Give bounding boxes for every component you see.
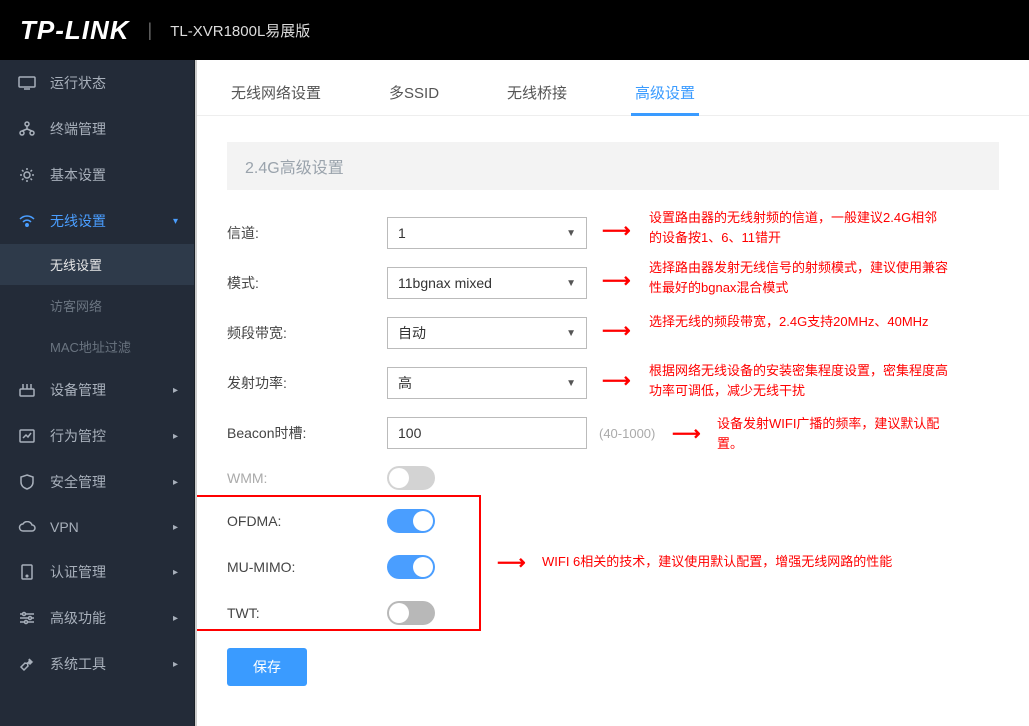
arrow-icon: ⟶ <box>497 550 526 575</box>
chevron-right-icon: ▸ <box>173 385 178 396</box>
tab-wireless-settings[interactable]: 无线网络设置 <box>227 70 325 115</box>
device-icon <box>16 381 38 399</box>
sidebar-item-vpn[interactable]: VPN ▸ <box>0 505 194 549</box>
arrow-icon: ⟶ <box>602 268 631 293</box>
bandwidth-select[interactable]: 自动▼ <box>387 317 587 349</box>
main-content: 无线网络设置 多SSID 无线桥接 高级设置 2.4G高级设置 信道: 1▼ 模… <box>195 60 1029 726</box>
wmm-label: WMM: <box>227 470 387 486</box>
annotation-mode: 选择路由器发射无线信号的射频模式，建议使用兼容性最好的bgnax混合模式 <box>649 258 949 297</box>
twt-label: TWT: <box>227 605 387 621</box>
save-button[interactable]: 保存 <box>227 648 307 686</box>
chevron-right-icon: ▸ <box>173 659 178 670</box>
sliders-icon <box>16 609 38 627</box>
mode-label: 模式: <box>227 273 387 293</box>
txpower-label: 发射功率: <box>227 373 387 393</box>
sidebar-item-security[interactable]: 安全管理 ▸ <box>0 459 194 505</box>
nodes-icon <box>16 120 38 138</box>
tab-multi-ssid[interactable]: 多SSID <box>385 70 443 115</box>
beacon-input[interactable] <box>387 417 587 449</box>
monitor-icon <box>16 74 38 92</box>
sidebar-item-label: VPN <box>50 519 79 535</box>
sidebar-sub-wireless[interactable]: 无线设置 <box>0 244 194 285</box>
annotation-bandwidth: 选择无线的频段带宽，2.4G支持20MHz、40MHz <box>649 312 949 332</box>
header: TP-LINK | TL-XVR1800L易展版 <box>0 0 1029 60</box>
chevron-down-icon: ▾ <box>173 216 178 227</box>
bandwidth-label: 频段带宽: <box>227 323 387 343</box>
tab-bridge[interactable]: 无线桥接 <box>503 70 571 115</box>
sidebar-item-auth[interactable]: 认证管理 ▸ <box>0 549 194 595</box>
chevron-right-icon: ▸ <box>173 567 178 578</box>
sidebar-item-label: 设备管理 <box>50 380 106 400</box>
sidebar-sub-guest[interactable]: 访客网络 <box>0 285 194 326</box>
arrow-icon: ⟶ <box>602 368 631 393</box>
annotation-channel: 设置路由器的无线射频的信道，一般建议2.4G相邻的设备按1、6、11错开 <box>649 208 949 247</box>
sidebar-item-behavior[interactable]: 行为管控 ▸ <box>0 413 194 459</box>
mode-select[interactable]: 11bgnax mixed▼ <box>387 267 587 299</box>
chevron-right-icon: ▸ <box>173 431 178 442</box>
beacon-hint: (40-1000) <box>599 426 655 441</box>
sidebar-item-label: 认证管理 <box>50 562 106 582</box>
arrow-icon: ⟶ <box>602 218 631 243</box>
sidebar-item-label: 高级功能 <box>50 608 106 628</box>
chevron-right-icon: ▸ <box>173 477 178 488</box>
txpower-select[interactable]: 高▼ <box>387 367 587 399</box>
sidebar-item-wireless[interactable]: 无线设置 ▾ <box>0 198 194 244</box>
logo: TP-LINK <box>20 15 130 46</box>
annotation-wifi6: WIFI 6相关的技术，建议使用默认配置，增强无线网路的性能 <box>542 552 942 572</box>
behavior-icon <box>16 427 38 445</box>
caret-down-icon: ▼ <box>566 228 576 239</box>
sidebar-item-basic[interactable]: 基本设置 <box>0 152 194 198</box>
sidebar-item-label: 系统工具 <box>50 654 106 674</box>
caret-down-icon: ▼ <box>566 328 576 339</box>
gear-icon <box>16 166 38 184</box>
shield-icon <box>16 473 38 491</box>
annotation-beacon: 设备发射WIFI广播的频率，建议默认配置。 <box>717 414 957 453</box>
sidebar-item-label: 安全管理 <box>50 472 106 492</box>
sidebar-sub-macfilter[interactable]: MAC地址过滤 <box>0 326 194 367</box>
annotation-txpower: 根据网络无线设备的安装密集程度设置，密集程度高功率可调低，减少无线干扰 <box>649 361 949 400</box>
sidebar-item-advanced[interactable]: 高级功能 ▸ <box>0 595 194 641</box>
section-title: 2.4G高级设置 <box>227 142 999 190</box>
header-divider: | <box>148 20 153 41</box>
model-name: TL-XVR1800L易展版 <box>170 20 310 41</box>
sidebar-item-label: 基本设置 <box>50 165 106 185</box>
tab-advanced[interactable]: 高级设置 <box>631 70 699 115</box>
arrow-icon: ⟶ <box>602 318 631 343</box>
chevron-right-icon: ▸ <box>173 613 178 624</box>
arrow-icon: ⟶ <box>672 421 701 446</box>
caret-down-icon: ▼ <box>566 278 576 289</box>
mumimo-toggle[interactable] <box>387 555 435 579</box>
ofdma-toggle[interactable] <box>387 509 435 533</box>
sidebar-item-label: 终端管理 <box>50 119 106 139</box>
tabs: 无线网络设置 多SSID 无线桥接 高级设置 <box>197 60 1029 116</box>
auth-icon <box>16 563 38 581</box>
wrench-icon <box>16 655 38 673</box>
sidebar-item-label: 无线设置 <box>50 211 106 231</box>
caret-down-icon: ▼ <box>566 378 576 389</box>
sidebar-item-status[interactable]: 运行状态 <box>0 60 194 106</box>
cloud-icon <box>16 518 38 536</box>
twt-toggle[interactable] <box>387 601 435 625</box>
wmm-toggle <box>387 466 435 490</box>
chevron-right-icon: ▸ <box>173 522 178 533</box>
channel-label: 信道: <box>227 223 387 243</box>
sidebar: 运行状态 终端管理 基本设置 无线设置 ▾ 无线设置 访客网络 MAC地址过滤 … <box>0 60 195 726</box>
wifi-icon <box>16 212 38 230</box>
channel-select[interactable]: 1▼ <box>387 217 587 249</box>
sidebar-item-system[interactable]: 系统工具 ▸ <box>0 641 194 687</box>
sidebar-item-device[interactable]: 设备管理 ▸ <box>0 367 194 413</box>
sidebar-item-label: 运行状态 <box>50 73 106 93</box>
sidebar-item-terminal[interactable]: 终端管理 <box>0 106 194 152</box>
ofdma-label: OFDMA: <box>227 513 387 529</box>
mumimo-label: MU-MIMO: <box>227 559 387 575</box>
sidebar-item-label: 行为管控 <box>50 426 106 446</box>
beacon-label: Beacon时槽: <box>227 423 387 443</box>
